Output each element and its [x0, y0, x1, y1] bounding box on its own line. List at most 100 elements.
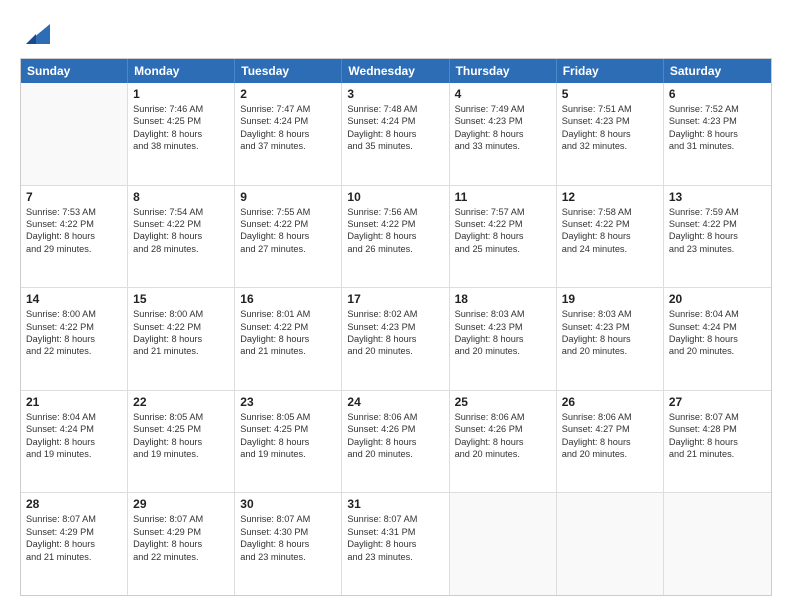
cell-line: Sunset: 4:22 PM: [347, 218, 443, 230]
cell-line: Daylight: 8 hours: [669, 436, 766, 448]
cell-line: and 20 minutes.: [669, 345, 766, 357]
day-number: 9: [240, 190, 336, 204]
cell-line: and 23 minutes.: [347, 551, 443, 563]
cal-cell-5: 5Sunrise: 7:51 AMSunset: 4:23 PMDaylight…: [557, 83, 664, 185]
day-number: 7: [26, 190, 122, 204]
day-number: 26: [562, 395, 658, 409]
cell-line: Sunset: 4:23 PM: [562, 115, 658, 127]
header-day-sunday: Sunday: [21, 59, 128, 83]
day-number: 13: [669, 190, 766, 204]
cell-line: Sunset: 4:22 PM: [669, 218, 766, 230]
cell-line: Daylight: 8 hours: [347, 128, 443, 140]
header-day-wednesday: Wednesday: [342, 59, 449, 83]
day-number: 29: [133, 497, 229, 511]
cell-line: and 20 minutes.: [455, 448, 551, 460]
logo: [20, 20, 50, 48]
cell-line: Daylight: 8 hours: [133, 436, 229, 448]
cal-cell-7: 7Sunrise: 7:53 AMSunset: 4:22 PMDaylight…: [21, 186, 128, 288]
cell-line: Sunset: 4:23 PM: [669, 115, 766, 127]
cell-line: and 24 minutes.: [562, 243, 658, 255]
cell-line: and 19 minutes.: [26, 448, 122, 460]
day-number: 3: [347, 87, 443, 101]
cell-line: Daylight: 8 hours: [455, 333, 551, 345]
day-number: 31: [347, 497, 443, 511]
cell-line: Sunrise: 7:57 AM: [455, 206, 551, 218]
cell-line: Sunrise: 8:02 AM: [347, 308, 443, 320]
calendar-header-row: SundayMondayTuesdayWednesdayThursdayFrid…: [21, 59, 771, 83]
cell-line: Sunrise: 7:59 AM: [669, 206, 766, 218]
cell-line: and 21 minutes.: [26, 551, 122, 563]
cell-line: Daylight: 8 hours: [240, 538, 336, 550]
cal-cell-30: 30Sunrise: 8:07 AMSunset: 4:30 PMDayligh…: [235, 493, 342, 595]
day-number: 20: [669, 292, 766, 306]
cell-line: Daylight: 8 hours: [347, 333, 443, 345]
cell-line: Daylight: 8 hours: [240, 436, 336, 448]
cell-line: Sunrise: 8:05 AM: [133, 411, 229, 423]
cell-line: Daylight: 8 hours: [347, 436, 443, 448]
cell-line: and 25 minutes.: [455, 243, 551, 255]
day-number: 25: [455, 395, 551, 409]
cal-cell-12: 12Sunrise: 7:58 AMSunset: 4:22 PMDayligh…: [557, 186, 664, 288]
day-number: 18: [455, 292, 551, 306]
cell-line: Sunset: 4:25 PM: [133, 423, 229, 435]
day-number: 24: [347, 395, 443, 409]
cell-line: Sunrise: 8:00 AM: [26, 308, 122, 320]
cell-line: Sunset: 4:23 PM: [347, 321, 443, 333]
calendar: SundayMondayTuesdayWednesdayThursdayFrid…: [20, 58, 772, 596]
cell-line: Daylight: 8 hours: [669, 333, 766, 345]
cell-line: Sunset: 4:22 PM: [26, 218, 122, 230]
header: [20, 16, 772, 48]
cell-line: Sunset: 4:22 PM: [455, 218, 551, 230]
cal-cell-8: 8Sunrise: 7:54 AMSunset: 4:22 PMDaylight…: [128, 186, 235, 288]
cell-line: Sunset: 4:30 PM: [240, 526, 336, 538]
day-number: 15: [133, 292, 229, 306]
cal-cell-26: 26Sunrise: 8:06 AMSunset: 4:27 PMDayligh…: [557, 391, 664, 493]
cell-line: Sunset: 4:22 PM: [133, 218, 229, 230]
cell-line: Sunset: 4:23 PM: [455, 115, 551, 127]
cell-line: Sunrise: 8:03 AM: [455, 308, 551, 320]
cal-cell-empty-5: [557, 493, 664, 595]
day-number: 22: [133, 395, 229, 409]
cell-line: Daylight: 8 hours: [26, 538, 122, 550]
cell-line: and 20 minutes.: [562, 345, 658, 357]
cell-line: Sunrise: 7:47 AM: [240, 103, 336, 115]
cal-cell-9: 9Sunrise: 7:55 AMSunset: 4:22 PMDaylight…: [235, 186, 342, 288]
cal-cell-13: 13Sunrise: 7:59 AMSunset: 4:22 PMDayligh…: [664, 186, 771, 288]
cell-line: Sunrise: 7:52 AM: [669, 103, 766, 115]
cell-line: Sunrise: 8:06 AM: [347, 411, 443, 423]
cal-cell-2: 2Sunrise: 7:47 AMSunset: 4:24 PMDaylight…: [235, 83, 342, 185]
day-number: 30: [240, 497, 336, 511]
cell-line: Daylight: 8 hours: [133, 538, 229, 550]
cell-line: Sunrise: 7:58 AM: [562, 206, 658, 218]
cal-cell-23: 23Sunrise: 8:05 AMSunset: 4:25 PMDayligh…: [235, 391, 342, 493]
cell-line: Daylight: 8 hours: [562, 436, 658, 448]
cell-line: and 21 minutes.: [669, 448, 766, 460]
week-row-1: 1Sunrise: 7:46 AMSunset: 4:25 PMDaylight…: [21, 83, 771, 186]
cell-line: Sunrise: 8:03 AM: [562, 308, 658, 320]
day-number: 5: [562, 87, 658, 101]
cell-line: Sunset: 4:22 PM: [133, 321, 229, 333]
cell-line: Sunset: 4:22 PM: [562, 218, 658, 230]
cell-line: and 38 minutes.: [133, 140, 229, 152]
day-number: 11: [455, 190, 551, 204]
cell-line: Sunset: 4:24 PM: [26, 423, 122, 435]
cell-line: Daylight: 8 hours: [133, 230, 229, 242]
day-number: 10: [347, 190, 443, 204]
cell-line: and 37 minutes.: [240, 140, 336, 152]
cell-line: Sunrise: 8:00 AM: [133, 308, 229, 320]
cell-line: Sunrise: 8:05 AM: [240, 411, 336, 423]
cell-line: Daylight: 8 hours: [562, 230, 658, 242]
cell-line: Sunrise: 8:07 AM: [669, 411, 766, 423]
cell-line: and 22 minutes.: [133, 551, 229, 563]
cal-cell-19: 19Sunrise: 8:03 AMSunset: 4:23 PMDayligh…: [557, 288, 664, 390]
calendar-body: 1Sunrise: 7:46 AMSunset: 4:25 PMDaylight…: [21, 83, 771, 595]
cal-cell-11: 11Sunrise: 7:57 AMSunset: 4:22 PMDayligh…: [450, 186, 557, 288]
cell-line: and 23 minutes.: [669, 243, 766, 255]
cal-cell-4: 4Sunrise: 7:49 AMSunset: 4:23 PMDaylight…: [450, 83, 557, 185]
cell-line: and 26 minutes.: [347, 243, 443, 255]
cell-line: Sunrise: 8:07 AM: [26, 513, 122, 525]
day-number: 23: [240, 395, 336, 409]
cell-line: and 23 minutes.: [240, 551, 336, 563]
cell-line: and 21 minutes.: [133, 345, 229, 357]
day-number: 2: [240, 87, 336, 101]
